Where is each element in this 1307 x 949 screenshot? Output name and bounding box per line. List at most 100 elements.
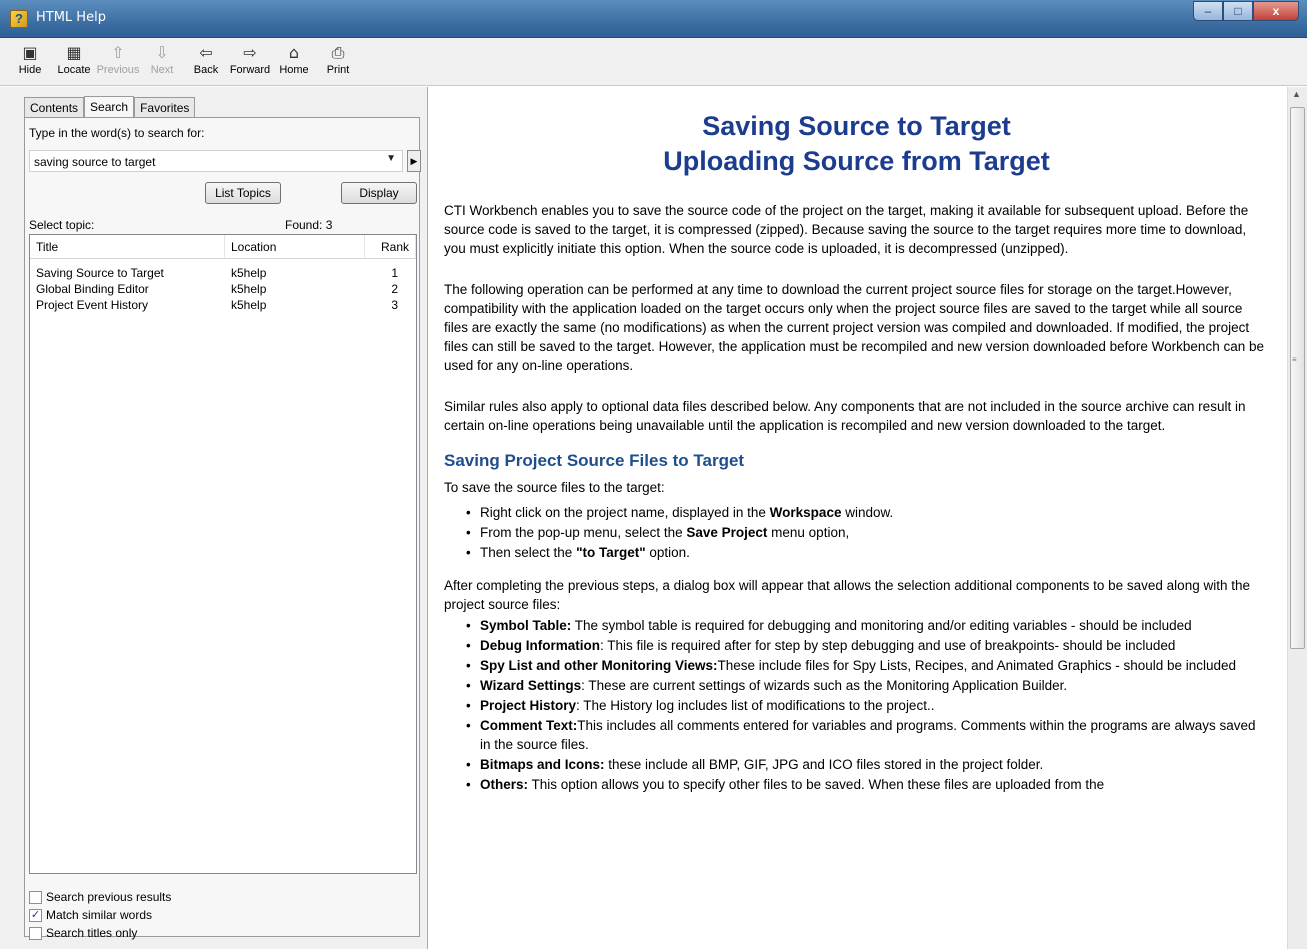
section-heading: Saving Project Source Files to Target [444, 451, 745, 470]
hide-label: Hide [18, 64, 42, 76]
list-topics-button[interactable]: List Topics [205, 182, 281, 204]
list-item: Debug Information: This file is required… [466, 636, 1269, 655]
home-icon: ⌂ [288, 43, 300, 62]
tab-search[interactable]: Search [84, 96, 135, 118]
window-title: HTML Help [36, 10, 106, 25]
back-button[interactable]: ⇦ Back [184, 38, 228, 84]
list-item: Bitmaps and Icons: these include all BMP… [466, 755, 1269, 774]
row-rank: 3 [391, 298, 398, 312]
help-app-icon [10, 10, 28, 28]
found-count: Found: 3 [285, 218, 333, 232]
previous-label: Previous [96, 64, 140, 76]
row-location: k5help [231, 298, 267, 312]
search-prompt-label: Type in the word(s) to search for: [29, 126, 205, 140]
list-item: Symbol Table: The symbol table is requir… [466, 616, 1269, 635]
operation-paragraph: The following operation can be performed… [444, 282, 1264, 373]
rules-paragraph: Similar rules also apply to optional dat… [444, 399, 1246, 433]
row-location: k5help [231, 266, 267, 280]
column-header-location[interactable]: Location [225, 235, 365, 258]
topic-content-pane[interactable]: Saving Source to Target Uploading Source… [429, 87, 1287, 949]
scroll-up-arrow-icon[interactable]: ▲ [1292, 89, 1301, 99]
display-button[interactable]: Display [341, 182, 417, 204]
components-list: Symbol Table: The symbol table is requir… [466, 616, 1269, 794]
search-input[interactable]: saving source to target ▼ [29, 150, 403, 172]
results-header: Title Location Rank [30, 235, 416, 259]
list-item: Right click on the project name, display… [466, 503, 1269, 522]
back-arrow-icon: ⇦ [199, 43, 213, 62]
locate-icon: ▦ [66, 43, 82, 62]
hide-icon: ▣ [22, 43, 38, 62]
topic-results-list[interactable]: Title Location Rank Saving Source to Tar… [29, 234, 417, 874]
list-item: Spy List and other Monitoring Views:Thes… [466, 656, 1269, 675]
forward-label: Forward [229, 64, 271, 76]
match-similar-words-label: Match similar words [46, 908, 153, 922]
forward-button[interactable]: ⇨ Forward [228, 38, 272, 84]
nav-tabs: Contents Search Favorites [24, 95, 196, 118]
intro-paragraph: CTI Workbench enables you to save the so… [444, 203, 1249, 256]
match-similar-words-option[interactable]: ✓ Match similar words [29, 906, 171, 924]
search-titles-only-checkbox[interactable] [29, 926, 42, 940]
page-title: Saving Source to Target Uploading Source… [444, 109, 1269, 179]
print-button[interactable]: ⎙ Print [316, 38, 360, 84]
search-panel: Type in the word(s) to search for: savin… [24, 117, 421, 940]
search-input-value: saving source to target [34, 155, 156, 169]
next-button[interactable]: ⇩ Next [140, 38, 184, 84]
title-bar: HTML Help – □ x [0, 0, 1307, 38]
scrollbar-grip-icon: ≡ [1292, 355, 1297, 364]
tab-contents[interactable]: Contents [24, 97, 85, 117]
vertical-scrollbar[interactable]: ▲ ≡ [1287, 87, 1307, 949]
hide-button[interactable]: ▣ Hide [8, 38, 52, 84]
forward-arrow-icon: ⇨ [243, 43, 257, 62]
table-row[interactable]: Saving Source to Target k5help 1 [30, 265, 416, 281]
row-title: Global Binding Editor [36, 282, 149, 296]
next-label: Next [150, 64, 174, 76]
list-item: From the pop-up menu, select the Save Pr… [466, 523, 1269, 542]
search-previous-results-checkbox[interactable] [29, 890, 42, 904]
window-controls: – □ x [1193, 1, 1299, 23]
row-rank: 1 [391, 266, 398, 280]
back-label: Back [193, 64, 219, 76]
list-item: Project History: The History log include… [466, 696, 1269, 715]
locate-label: Locate [57, 64, 91, 76]
title-line-1: Saving Source to Target [702, 111, 1011, 141]
minimize-button[interactable]: – [1193, 1, 1223, 21]
search-options: Search previous results ✓ Match similar … [29, 888, 171, 942]
list-item: Then select the "to Target" option. [466, 543, 1269, 562]
maximize-button[interactable]: □ [1223, 1, 1253, 21]
print-label: Print [326, 64, 350, 76]
home-label: Home [279, 64, 309, 76]
row-title: Project Event History [36, 298, 149, 312]
list-item: Wizard Settings: These are current setti… [466, 676, 1269, 695]
home-button[interactable]: ⌂ Home [272, 38, 316, 84]
row-location: k5help [231, 282, 267, 296]
dialog-paragraph: After completing the previous steps, a d… [444, 578, 1250, 612]
column-header-rank[interactable]: Rank [365, 235, 416, 258]
close-button[interactable]: x [1253, 1, 1299, 21]
toolbar: ▣ Hide ▦ Locate ⇧ Previous ⇩ Next ⇦ Back… [0, 38, 1307, 86]
search-previous-results-label: Search previous results [46, 890, 172, 904]
dropdown-arrow-icon[interactable]: ▼ [386, 153, 396, 164]
list-item: Others: This option allows you to specif… [466, 775, 1269, 794]
scrollbar-thumb[interactable] [1290, 107, 1305, 649]
search-previous-results-option[interactable]: Search previous results [29, 888, 171, 906]
printer-icon: ⎙ [331, 43, 345, 62]
steps-intro: To save the source files to the target: [444, 480, 665, 495]
tab-favorites[interactable]: Favorites [134, 97, 196, 117]
title-line-2: Uploading Source from Target [663, 146, 1050, 176]
select-topic-label: Select topic: [29, 218, 95, 232]
navigation-pane: Contents Search Favorites Type in the wo… [0, 87, 428, 949]
steps-list: Right click on the project name, display… [466, 503, 1269, 562]
search-operator-button[interactable]: ▶ [407, 150, 421, 172]
previous-button[interactable]: ⇧ Previous [96, 38, 140, 84]
table-row[interactable]: Global Binding Editor k5help 2 [30, 281, 416, 297]
match-similar-words-checkbox[interactable]: ✓ [29, 908, 42, 922]
list-item: Comment Text:This includes all comments … [466, 716, 1269, 754]
table-row[interactable]: Project Event History k5help 3 [30, 297, 416, 313]
row-title: Saving Source to Target [36, 266, 164, 280]
search-titles-only-label: Search titles only [46, 926, 138, 940]
row-rank: 2 [391, 282, 398, 296]
search-titles-only-option[interactable]: Search titles only [29, 924, 171, 942]
up-arrow-icon: ⇧ [111, 43, 125, 62]
column-header-title[interactable]: Title [30, 235, 225, 258]
locate-button[interactable]: ▦ Locate [52, 38, 96, 84]
